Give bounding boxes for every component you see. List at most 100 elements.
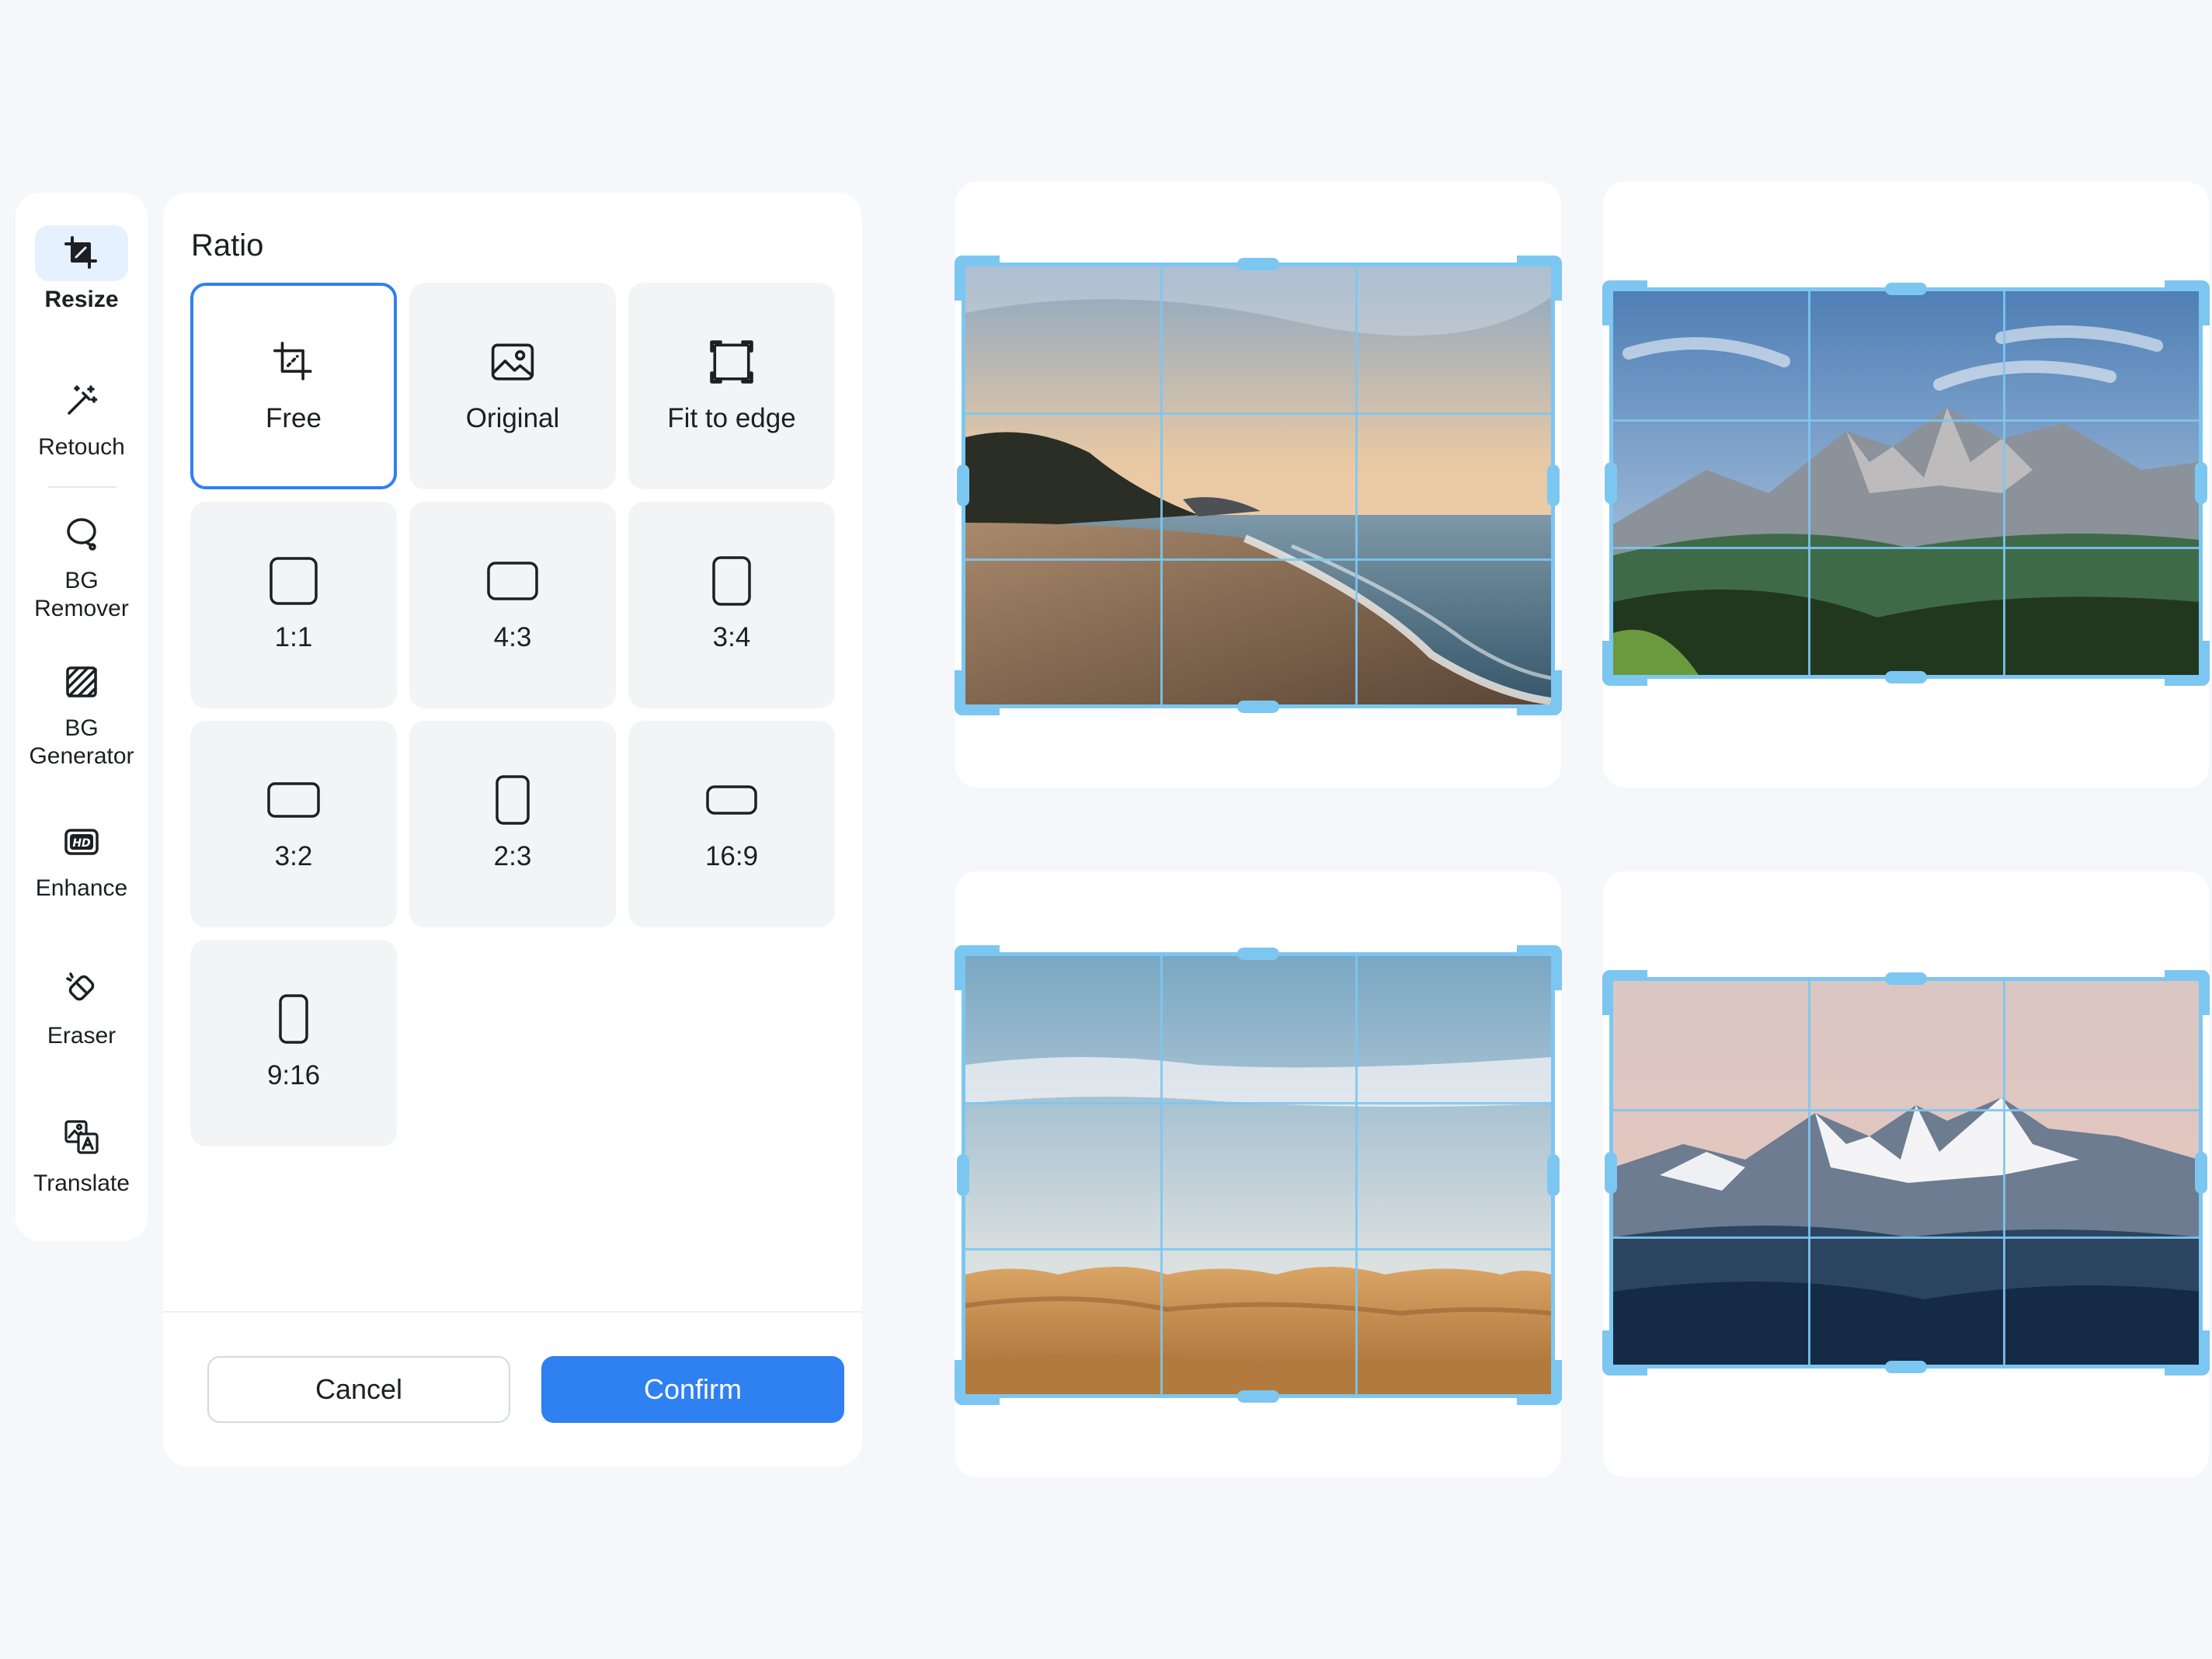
sidebar-item-label: BG Generator [29,715,134,769]
crop-corner-handle[interactable] [1602,1330,1647,1376]
sidebar-item-label: Translate [33,1170,130,1196]
ratio-option-1-1[interactable]: 1:1 [190,502,397,708]
ratio-1-1-icon [270,556,318,606]
desert-photo [965,956,1551,1394]
crop-corner-handle[interactable] [955,670,1000,715]
crop-edge-handle[interactable] [1885,671,1927,683]
crop-grid-line [1160,956,1163,1394]
crop-grid-line [1613,547,2199,549]
tool-sidebar: Resize Retouch BG Remover BG Generator H… [16,193,148,1241]
crop-edge-handle[interactable] [1885,972,1927,985]
ratio-option-label: Fit to edge [667,403,796,433]
crop-edge-handle[interactable] [1237,701,1279,713]
crop-grid-line [1613,419,2199,422]
ratio-option-original[interactable]: Original [409,283,616,489]
sidebar-item-label: Resize [44,287,119,312]
ratio-option-label: Original [465,403,560,433]
crop-corner-handle[interactable] [2165,641,2210,686]
crop-corner-handle[interactable] [2165,1330,2210,1376]
crop-grid-line [1808,981,1811,1365]
crop-resize-icon [35,225,128,281]
ratio-16-9-icon [706,775,757,825]
panel-divider [163,1311,862,1313]
fit-to-edge-icon [709,337,754,387]
sidebar-item-bg-generator[interactable]: BG Generator [16,654,148,770]
free-crop-icon [271,337,316,387]
preview-card-mountains [1602,182,2210,788]
crop-corner-handle[interactable] [2165,970,2210,1015]
crop-corner-handle[interactable] [955,1360,1000,1405]
crop-corner-handle[interactable] [1602,280,1647,325]
sidebar-item-label: Retouch [38,434,125,460]
crop-edge-handle[interactable] [1237,258,1279,270]
eraser-icon [35,962,128,1017]
ratio-3-2-icon [267,775,320,825]
ratio-option-label: 1:1 [274,622,313,652]
crop-edge-handle[interactable] [1885,1361,1927,1373]
crop-corner-handle[interactable] [1517,670,1562,715]
crop-edge-handle[interactable] [1237,1390,1279,1403]
ratio-option-3-4[interactable]: 3:4 [628,502,835,708]
ratio-3-4-icon [712,556,751,606]
crop-grid-line [965,1101,1551,1104]
crop-edge-handle[interactable] [2195,462,2207,504]
crop-corner-handle[interactable] [1517,945,1562,990]
ratio-option-label: 3:4 [712,622,751,652]
sidebar-item-translate[interactable]: Translate [16,1109,148,1198]
ratio-option-2-3[interactable]: 2:3 [409,721,616,927]
ratio-panel: Ratio Free Original Fit to edge 1:1 4:3 … [163,193,862,1466]
crop-edge-handle[interactable] [957,464,969,506]
crop-edge-handle[interactable] [1547,1154,1560,1196]
cancel-button[interactable]: Cancel [207,1356,510,1423]
sidebar-item-label: Eraser [47,1023,117,1049]
sidebar-item-label: BG Remover [34,568,129,621]
sidebar-item-enhance[interactable]: HD Enhance [16,814,148,903]
crop-edge-handle[interactable] [1605,1152,1617,1194]
sidebar-item-label: Enhance [35,875,128,901]
sidebar-item-bg-remover[interactable]: BG Remover [16,506,148,623]
ratio-option-fit-to-edge[interactable]: Fit to edge [628,283,835,489]
crop-edge-handle[interactable] [1885,283,1927,295]
preview-card-desert [955,871,1562,1477]
crop-edge-handle[interactable] [1605,462,1617,504]
sidebar-item-resize[interactable]: Resize [16,225,148,314]
crop-corner-handle[interactable] [1517,256,1562,301]
crop-grid-line [965,1247,1551,1250]
ratio-option-label: 9:16 [266,1060,321,1090]
ratio-option-label: 2:3 [493,841,532,871]
lasso-icon [35,506,128,562]
crop-frame[interactable] [955,945,1562,1405]
ratio-option-label: 3:2 [274,841,313,871]
snow-mountain-photo [1613,981,2199,1365]
crop-edge-handle[interactable] [1547,464,1560,506]
crop-edge-handle[interactable] [2195,1152,2207,1194]
ratio-9-16-icon [279,994,308,1044]
crop-frame[interactable] [1602,970,2210,1376]
crop-corner-handle[interactable] [2165,280,2210,325]
hd-icon: HD [35,814,128,870]
crop-edge-handle[interactable] [957,1154,969,1196]
confirm-button[interactable]: Confirm [541,1356,844,1423]
crop-grid-line [965,412,1551,415]
crop-grid-line [1613,1236,2199,1239]
sidebar-item-retouch[interactable]: Retouch [16,373,148,461]
ratio-option-16-9[interactable]: 16:9 [628,721,835,927]
crop-corner-handle[interactable] [955,945,1000,990]
ratio-option-free[interactable]: Free [190,283,397,489]
crop-grid-line [2003,981,2006,1365]
magic-wand-icon [35,373,128,429]
sidebar-item-eraser[interactable]: Eraser [16,962,148,1050]
sidebar-divider [48,486,117,488]
crop-frame[interactable] [1602,280,2210,686]
crop-frame[interactable] [955,256,1562,715]
preview-card-beach [955,182,1562,788]
crop-corner-handle[interactable] [1517,1360,1562,1405]
ratio-option-4-3[interactable]: 4:3 [409,502,616,708]
ratio-option-9-16[interactable]: 9:16 [190,940,397,1146]
crop-corner-handle[interactable] [955,256,1000,301]
crop-grid-line [1355,266,1358,704]
crop-corner-handle[interactable] [1602,970,1647,1015]
crop-corner-handle[interactable] [1602,641,1647,686]
crop-edge-handle[interactable] [1237,948,1279,960]
ratio-option-3-2[interactable]: 3:2 [190,721,397,927]
